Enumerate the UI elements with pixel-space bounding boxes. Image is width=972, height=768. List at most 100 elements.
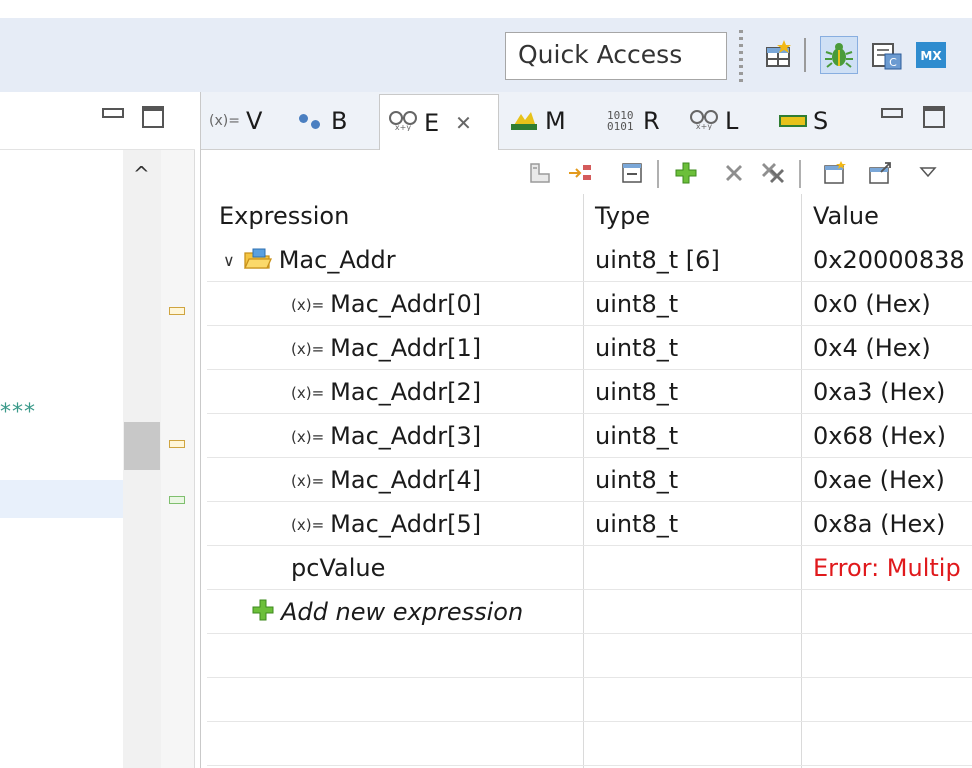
expression-value[interactable]: 0x8a (Hex) bbox=[813, 502, 972, 546]
table-row-root[interactable]: ∨ Mac_Addr uint8_t [6] 0x20000838 bbox=[207, 238, 972, 282]
editor-header bbox=[0, 92, 195, 150]
tab-label: L bbox=[725, 107, 739, 135]
show-logical-structure-icon[interactable] bbox=[567, 160, 593, 186]
debug-perspective-icon[interactable] bbox=[822, 38, 856, 72]
table-row[interactable]: (x)= Mac_Addr[2] uint8_t 0xa3 (Hex) bbox=[207, 370, 972, 414]
toolbar-separator bbox=[804, 38, 806, 72]
comment-fragment: *** bbox=[0, 400, 36, 425]
table-row[interactable]: (x)= Mac_Addr[0] uint8_t 0x0 (Hex) bbox=[207, 282, 972, 326]
tab-label: B bbox=[331, 107, 348, 135]
ruler-marker[interactable] bbox=[169, 440, 185, 448]
expression-name: Mac_Addr[2] bbox=[330, 378, 482, 406]
editor-content[interactable] bbox=[0, 150, 123, 768]
minimize-icon[interactable] bbox=[102, 108, 124, 118]
current-line-highlight bbox=[0, 480, 123, 518]
expressions-icon: x+y bbox=[388, 109, 418, 136]
svg-text:C: C bbox=[889, 56, 897, 69]
expression-type: uint8_t bbox=[595, 378, 679, 406]
add-watch-expression-icon[interactable] bbox=[673, 160, 699, 186]
mx-label: MX bbox=[920, 49, 942, 63]
tab-label: M bbox=[545, 107, 566, 135]
add-new-expression-label: Add new expression bbox=[281, 598, 524, 626]
tab-sfrs[interactable]: S bbox=[779, 98, 828, 144]
remove-icon[interactable] bbox=[721, 160, 747, 186]
column-header-expression[interactable]: Expression bbox=[219, 194, 349, 238]
editor-panel: *** ^ bbox=[0, 92, 195, 768]
tab-variables[interactable]: (x)= V bbox=[209, 98, 262, 144]
empty-row bbox=[207, 678, 972, 722]
struct-folder-icon bbox=[243, 248, 272, 269]
maximize-icon[interactable] bbox=[923, 106, 945, 128]
tab-breakpoints[interactable]: B bbox=[299, 98, 347, 144]
expression-value[interactable]: 0x4 (Hex) bbox=[813, 326, 972, 370]
expression-type: uint8_t bbox=[595, 466, 679, 494]
expression-name: Mac_Addr[4] bbox=[330, 466, 482, 494]
table-row[interactable]: (x)= Mac_Addr[3] uint8_t 0x68 (Hex) bbox=[207, 414, 972, 458]
registers-icon: 1010 0101 bbox=[607, 109, 634, 133]
expression-name: Mac_Addr bbox=[278, 246, 396, 274]
tab-expressions[interactable]: x+y E ✕ bbox=[379, 94, 499, 150]
maximize-icon[interactable] bbox=[142, 106, 164, 128]
svg-text:x+y: x+y bbox=[395, 123, 411, 131]
table-row[interactable]: (x)= Mac_Addr[1] uint8_t 0x4 (Hex) bbox=[207, 326, 972, 370]
expression-name: Mac_Addr[5] bbox=[330, 510, 482, 538]
open-perspective-icon[interactable] bbox=[762, 38, 796, 72]
show-type-names-icon[interactable] bbox=[527, 160, 553, 186]
overview-ruler[interactable] bbox=[161, 150, 195, 768]
expression-type: uint8_t bbox=[595, 422, 679, 450]
expression-value[interactable]: 0x0 (Hex) bbox=[813, 282, 972, 326]
variable-icon: (x)= bbox=[291, 472, 325, 490]
quick-access-input[interactable]: Quick Access bbox=[505, 32, 727, 80]
close-icon[interactable]: ✕ bbox=[455, 111, 472, 135]
expression-error-value[interactable]: Error: Multip bbox=[813, 546, 972, 590]
cpp-perspective-icon[interactable]: C bbox=[870, 38, 904, 72]
toolbar-separator bbox=[657, 160, 659, 188]
tab-label: R bbox=[643, 107, 660, 135]
expression-type: uint8_t [6] bbox=[595, 246, 720, 274]
collapse-all-icon[interactable] bbox=[619, 160, 645, 186]
tab-label: E bbox=[424, 108, 440, 137]
cubemx-perspective-icon[interactable]: MX bbox=[914, 38, 948, 72]
scroll-thumb[interactable] bbox=[124, 422, 160, 470]
tab-label: V bbox=[245, 107, 263, 135]
chevron-down-icon[interactable]: ∨ bbox=[223, 251, 235, 270]
expression-value[interactable]: 0x68 (Hex) bbox=[813, 414, 972, 458]
expression-name: Mac_Addr[1] bbox=[330, 334, 482, 362]
expression-name: Mac_Addr[3] bbox=[330, 422, 482, 450]
view-tab-bar: (x)= V B x+y E ✕ M 1010 0101 R x+y L S bbox=[201, 92, 972, 150]
table-row[interactable]: (x)= Mac_Addr[4] uint8_t 0xae (Hex) bbox=[207, 458, 972, 502]
sfr-icon bbox=[779, 115, 807, 127]
tab-live-expressions[interactable]: x+y L bbox=[689, 98, 738, 144]
scroll-up-icon[interactable]: ^ bbox=[133, 162, 150, 186]
expression-value[interactable]: 0xae (Hex) bbox=[813, 458, 972, 502]
toolbar-drag-handle[interactable] bbox=[739, 30, 743, 82]
expression-type bbox=[595, 546, 795, 590]
table-row[interactable]: (x)= Mac_Addr[5] uint8_t 0x8a (Hex) bbox=[207, 502, 972, 546]
add-new-expression-row[interactable]: Add new expression bbox=[207, 590, 972, 634]
expressions-view: (x)= V B x+y E ✕ M 1010 0101 R x+y L S E… bbox=[200, 92, 972, 768]
new-expression-icon[interactable] bbox=[821, 160, 847, 186]
column-header-type[interactable]: Type bbox=[595, 194, 650, 238]
column-header-value[interactable]: Value bbox=[813, 194, 879, 238]
tab-registers[interactable]: 1010 0101 R bbox=[607, 98, 660, 144]
variable-icon: (x)= bbox=[291, 428, 325, 446]
minimize-icon[interactable] bbox=[881, 108, 903, 118]
breakpoints-icon bbox=[299, 112, 325, 130]
svg-text:x+y: x+y bbox=[696, 122, 712, 130]
toolbar-separator bbox=[799, 160, 801, 188]
variable-icon: (x)= bbox=[291, 296, 325, 314]
main-toolbar: Quick Access C MX bbox=[0, 0, 972, 92]
expression-value[interactable]: 0xa3 (Hex) bbox=[813, 370, 972, 414]
open-new-view-icon[interactable] bbox=[867, 160, 893, 186]
expression-value[interactable]: 0x20000838 bbox=[813, 238, 972, 282]
table-row-error[interactable]: pcValue Error: Multip bbox=[207, 546, 972, 590]
tab-memory[interactable]: M bbox=[509, 98, 566, 144]
ruler-marker[interactable] bbox=[169, 307, 185, 315]
empty-row bbox=[207, 634, 972, 678]
expression-type: uint8_t bbox=[595, 290, 679, 318]
variable-icon: (x)= bbox=[291, 340, 325, 358]
expression-name: pcValue bbox=[291, 554, 386, 582]
view-menu-icon[interactable] bbox=[915, 160, 941, 186]
remove-all-icon[interactable] bbox=[759, 160, 785, 186]
ruler-marker[interactable] bbox=[169, 496, 185, 504]
